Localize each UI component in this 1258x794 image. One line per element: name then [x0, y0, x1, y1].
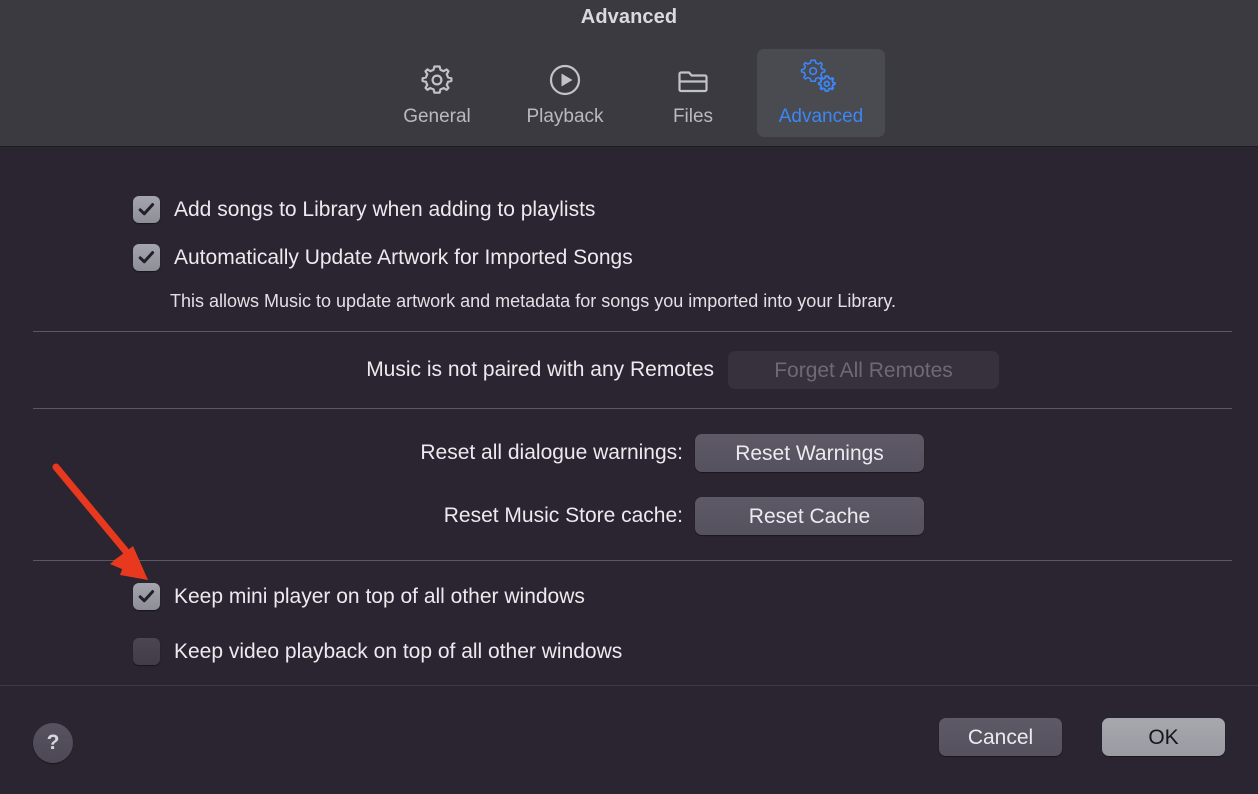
checkbox-row-mini-player[interactable]: Keep mini player on top of all other win…	[133, 583, 585, 610]
folder-icon	[671, 58, 715, 102]
ok-button[interactable]: OK	[1102, 718, 1225, 756]
reset-cache-row: Reset Music Store cache: Reset Cache	[340, 497, 924, 535]
separator-1	[33, 331, 1232, 332]
checkbox-label-mini-player: Keep mini player on top of all other win…	[174, 584, 585, 608]
reset-warnings-label: Reset all dialogue warnings:	[420, 441, 683, 464]
dialog-footer: ? Cancel OK	[0, 685, 1258, 794]
tab-general-label: General	[403, 106, 471, 127]
window-title: Advanced	[580, 6, 678, 28]
checkbox-label-video-playback: Keep video playback on top of all other …	[174, 639, 623, 663]
preferences-body: Add songs to Library when adding to play…	[0, 148, 1258, 684]
checkbox-label-add-songs: Add songs to Library when adding to play…	[174, 197, 596, 221]
checkbox-row-add-songs[interactable]: Add songs to Library when adding to play…	[133, 196, 595, 223]
checkbox-row-video-playback[interactable]: Keep video playback on top of all other …	[133, 638, 622, 665]
gear-icon	[415, 58, 459, 102]
reset-warnings-row: Reset all dialogue warnings: Reset Warni…	[340, 434, 924, 472]
tab-advanced-label: Advanced	[778, 106, 864, 127]
cancel-button[interactable]: Cancel	[939, 718, 1062, 756]
separator-3	[33, 560, 1232, 561]
separator-2	[33, 408, 1232, 409]
preferences-window: Advanced General Playback Files Advanced…	[0, 0, 1258, 794]
checkmark-icon[interactable]	[133, 196, 160, 223]
double-gear-icon	[799, 58, 843, 102]
tab-playback[interactable]: Playback	[501, 49, 629, 137]
remotes-row: Music is not paired with any Remotes For…	[264, 351, 999, 389]
tab-advanced[interactable]: Advanced	[757, 49, 885, 137]
reset-cache-label: Reset Music Store cache:	[443, 504, 683, 527]
help-button[interactable]: ?	[33, 723, 73, 763]
preferences-toolbar: Advanced General Playback Files Advanced	[0, 0, 1258, 147]
tab-files-label: Files	[672, 106, 714, 127]
artwork-description-text: This allows Music to update artwork and …	[170, 291, 897, 311]
checkmark-icon[interactable]	[133, 244, 160, 271]
preferences-tab-bar: General Playback Files Advanced	[0, 49, 1258, 137]
play-circle-icon	[543, 58, 587, 102]
checkmark-icon[interactable]	[133, 583, 160, 610]
reset-cache-button[interactable]: Reset Cache	[695, 497, 924, 535]
tab-playback-label: Playback	[526, 106, 604, 127]
checkbox-row-update-artwork[interactable]: Automatically Update Artwork for Importe…	[133, 244, 633, 271]
remotes-status-label: Music is not paired with any Remotes	[366, 358, 714, 381]
reset-warnings-button[interactable]: Reset Warnings	[695, 434, 924, 472]
tab-general[interactable]: General	[373, 49, 501, 137]
tab-files[interactable]: Files	[629, 49, 757, 137]
empty-checkbox-icon[interactable]	[133, 638, 160, 665]
checkbox-label-update-artwork: Automatically Update Artwork for Importe…	[174, 245, 633, 269]
forget-all-remotes-button[interactable]: Forget All Remotes	[728, 351, 999, 389]
